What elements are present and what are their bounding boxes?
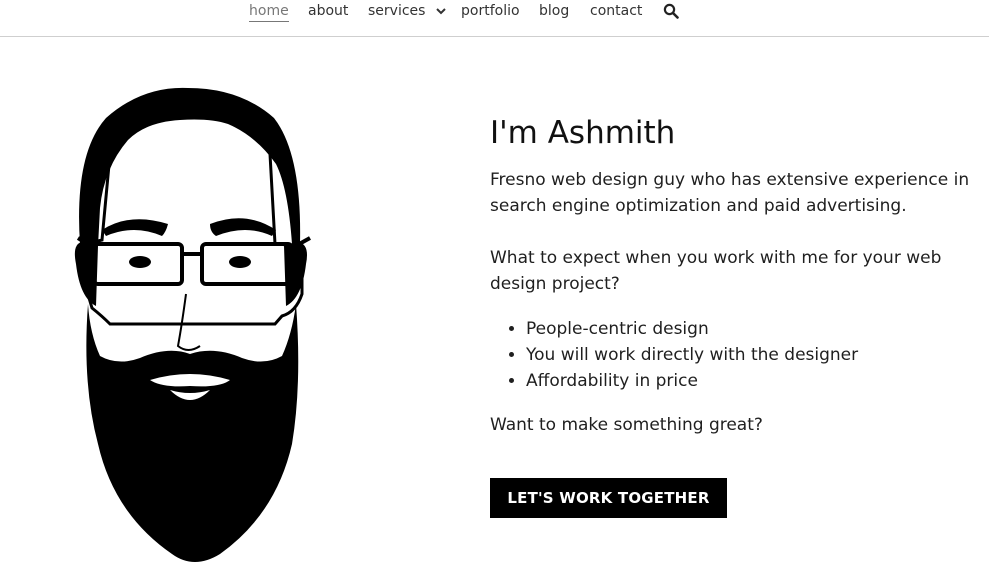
nav-link-services-label: services: [368, 3, 426, 19]
nav-link-home[interactable]: home: [249, 2, 289, 22]
expectation-question: What to expect when you work with me for…: [490, 248, 942, 294]
list-item: You will work directly with the designer: [526, 342, 858, 368]
nav-link-contact[interactable]: contact: [590, 2, 642, 20]
intro-paragraph: Fresno web design guy who has extensive …: [490, 170, 970, 216]
work-together-button[interactable]: LET'S WORK TOGETHER: [490, 478, 727, 518]
hero-title: I'm Ashmith: [490, 115, 676, 151]
bearded-man-illustration: [74, 87, 311, 562]
nav-link-services[interactable]: services: [368, 2, 446, 20]
nav-link-about[interactable]: about: [308, 2, 348, 20]
list-item: People-centric design: [526, 316, 858, 342]
cta-prompt: Want to make something great?: [490, 415, 763, 435]
nav-link-blog[interactable]: blog: [539, 2, 569, 20]
search-icon[interactable]: [663, 3, 679, 19]
benefits-list: People-centric design You will work dire…: [490, 316, 858, 394]
chevron-down-icon: [436, 7, 446, 14]
main-nav: home about services portfolio blog conta…: [0, 0, 989, 37]
nav-link-portfolio[interactable]: portfolio: [461, 2, 520, 20]
list-item: Affordability in price: [526, 368, 858, 394]
